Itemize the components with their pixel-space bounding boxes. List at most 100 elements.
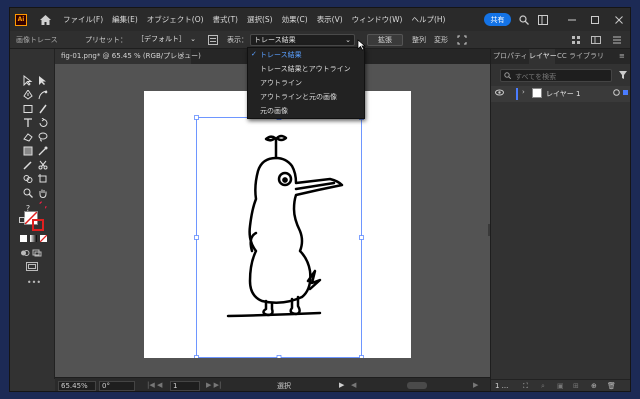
close-tab-icon[interactable]: ×: [179, 49, 185, 64]
close-window-icon[interactable]: [613, 14, 624, 25]
status-bar: 65.45% 0° |◀ ◀ 1 ▶ ▶| 選択 ▶ ◀ ▶: [55, 377, 490, 391]
direct-selection-tool-icon[interactable]: [37, 74, 49, 86]
menu-help[interactable]: ヘルプ(H): [411, 14, 445, 25]
export-icon[interactable]: ⛶: [523, 382, 528, 391]
curvature-tool-icon[interactable]: [37, 89, 49, 101]
chevron-down-icon: ⌄: [345, 36, 351, 44]
app-window: Ai ファイル(F) 編集(E) オブジェクト(O) 書式(T) 選択(S) 効…: [9, 7, 631, 392]
delete-icon[interactable]: 🗑: [607, 382, 616, 390]
layer-name[interactable]: レイヤー 1: [546, 89, 580, 99]
pencil-tool-icon[interactable]: [22, 159, 34, 171]
lasso-tool-icon[interactable]: [37, 131, 49, 143]
panel-menu-icon[interactable]: ≡: [619, 52, 625, 60]
eraser-tool-icon[interactable]: [22, 131, 34, 143]
panel-menu-icon[interactable]: [611, 34, 623, 46]
scroll-right-icon[interactable]: ▶: [473, 381, 478, 389]
menu-effect[interactable]: 効果(C): [282, 14, 308, 25]
tab-cc-libraries[interactable]: CC ライブラリ: [557, 49, 604, 64]
artboard-tool-icon[interactable]: [37, 173, 49, 185]
default-colors-icon[interactable]: [19, 217, 25, 223]
zoom-field[interactable]: 65.45%: [58, 381, 96, 391]
tab-layers[interactable]: レイヤー: [529, 49, 557, 64]
artboard-number-field[interactable]: 1: [170, 381, 200, 391]
workspace-icon[interactable]: [537, 14, 548, 25]
screen-mode-icon[interactable]: [31, 247, 43, 259]
draw-mode-icon[interactable]: [19, 247, 31, 259]
arrange-docs-icon[interactable]: [570, 34, 582, 46]
duck-lines: [226, 134, 344, 318]
search-layer-icon[interactable]: ⌕: [541, 382, 545, 391]
tab-properties[interactable]: プロパティ: [493, 49, 528, 64]
view-dropdown[interactable]: トレース結果 ⌄: [250, 34, 355, 46]
trace-panel-icon[interactable]: [207, 34, 219, 46]
type-tool-icon[interactable]: [22, 117, 34, 129]
layout-icon[interactable]: [590, 34, 602, 46]
search-icon[interactable]: [518, 14, 529, 25]
menu-type[interactable]: 書式(T): [213, 14, 238, 25]
clipping-mask-icon[interactable]: ▣: [557, 382, 564, 390]
zoom-tool-icon[interactable]: [22, 187, 34, 199]
document-tab[interactable]: fig-01.png* @ 65.45 % (RGB/プレビュー) ×: [55, 49, 201, 64]
gradient-mode-icon[interactable]: [30, 235, 37, 242]
eyedropper-tool-icon[interactable]: [37, 145, 49, 157]
selection-tool-icon[interactable]: [22, 74, 34, 86]
menu-option-trace-result[interactable]: トレース結果: [260, 50, 302, 60]
status-arrow-icon[interactable]: ▶: [339, 381, 344, 389]
search-input[interactable]: すべてを検索: [500, 69, 612, 82]
maximize-icon[interactable]: [589, 14, 600, 25]
tools-panel: ? •••: [10, 49, 55, 379]
home-icon[interactable]: [39, 14, 51, 26]
menu-select[interactable]: 選択(S): [247, 14, 273, 25]
selection-handle: [194, 115, 199, 120]
menu-view[interactable]: 表示(V): [317, 14, 343, 25]
shape-builder-tool-icon[interactable]: [22, 173, 34, 185]
layer-row[interactable]: › レイヤー 1: [491, 86, 630, 102]
filter-icon[interactable]: [619, 71, 627, 81]
menu-edit[interactable]: 編集(E): [112, 14, 138, 25]
rotation-field[interactable]: 0°: [99, 381, 135, 391]
selection-handle: [359, 235, 364, 240]
gradient-tool-icon[interactable]: [22, 145, 34, 157]
menu-option-outline-with-source[interactable]: アウトラインと元の画像: [260, 92, 337, 102]
stroke-swatch[interactable]: [32, 219, 44, 231]
minimize-icon[interactable]: [566, 14, 577, 25]
share-button[interactable]: 共有: [484, 13, 511, 26]
next-artboard-icon[interactable]: ▶ ▶|: [206, 381, 221, 389]
artboard[interactable]: [144, 91, 411, 360]
transform-link[interactable]: 変形: [434, 35, 448, 45]
chevron-down-icon: ⌄: [190, 35, 196, 43]
menu-bar: Ai ファイル(F) 編集(E) オブジェクト(O) 書式(T) 選択(S) 効…: [10, 8, 630, 31]
preset-dropdown[interactable]: ［デフォルト］ ⌄: [134, 34, 199, 46]
color-mode-icon[interactable]: [20, 235, 27, 242]
align-link[interactable]: 整列: [412, 35, 426, 45]
target-icon[interactable]: [613, 89, 620, 98]
scroll-left-icon[interactable]: ◀: [351, 381, 356, 389]
menu-option-outline[interactable]: アウトライン: [260, 78, 302, 88]
expand-arrow-icon[interactable]: ›: [522, 88, 525, 96]
traced-duck-artwork[interactable]: [144, 91, 411, 360]
menu-window[interactable]: ウィンドウ(W): [352, 14, 403, 25]
new-sublayer-icon[interactable]: ⊞: [573, 382, 579, 390]
first-artboard-icon[interactable]: |◀ ◀: [147, 381, 162, 389]
rotate-tool-icon[interactable]: [37, 117, 49, 129]
expand-button[interactable]: 拡張: [367, 34, 403, 46]
transform-icon[interactable]: [456, 34, 468, 46]
pen-tool-icon[interactable]: [22, 89, 34, 101]
menu-option-source-image[interactable]: 元の画像: [260, 106, 288, 116]
mouse-cursor-icon: [357, 39, 366, 53]
hand-tool-icon[interactable]: [37, 187, 49, 199]
new-layer-icon[interactable]: ⊕: [591, 382, 597, 390]
screen-mode-2-icon[interactable]: [26, 260, 38, 272]
swap-colors-icon[interactable]: [37, 199, 49, 211]
none-mode-icon[interactable]: [40, 235, 47, 242]
paintbrush-tool-icon[interactable]: [37, 103, 49, 115]
visibility-eye-icon[interactable]: [495, 89, 504, 98]
menu-file[interactable]: ファイル(F): [63, 14, 103, 25]
selection-indicator[interactable]: [623, 90, 628, 95]
more-tools-icon[interactable]: •••: [27, 276, 41, 288]
rectangle-tool-icon[interactable]: [22, 103, 34, 115]
horizontal-scrollbar[interactable]: [407, 382, 427, 389]
menu-object[interactable]: オブジェクト(O): [147, 14, 204, 25]
scissors-tool-icon[interactable]: [37, 159, 49, 171]
menu-option-trace-with-outline[interactable]: トレース結果とアウトライン: [260, 64, 351, 74]
